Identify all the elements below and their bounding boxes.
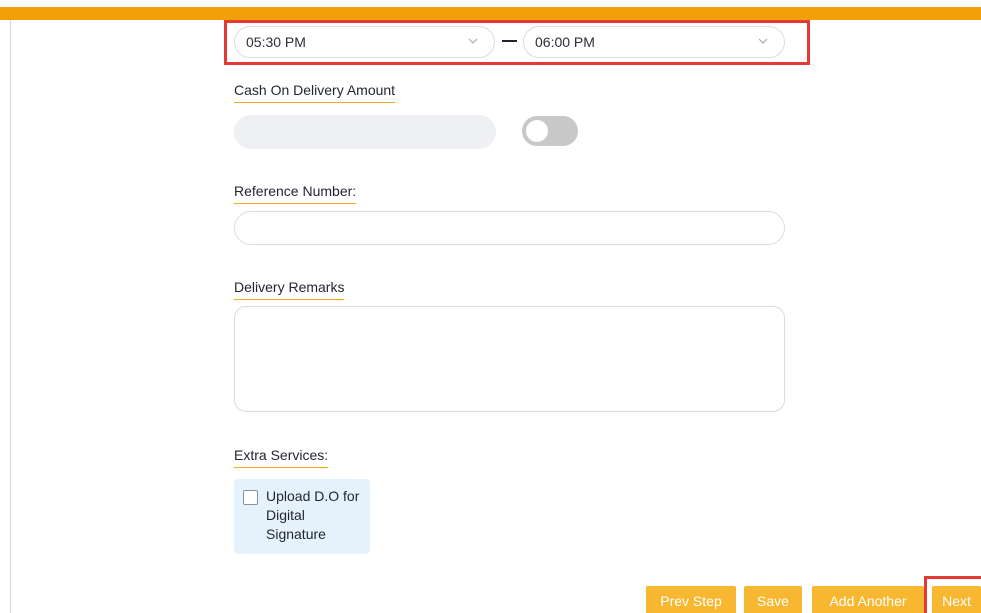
prev-step-button[interactable]: Prev Step [646,586,736,613]
cod-toggle[interactable] [522,116,578,146]
next-button-highlight [924,576,981,613]
delivery-remarks-textarea[interactable] [234,306,785,412]
upload-do-checkbox[interactable] [243,490,258,505]
left-divider [10,20,11,613]
upload-do-label: Upload D.O for Digital Signature [266,488,360,542]
reference-number-input[interactable] [234,211,785,245]
top-accent-bar [0,7,981,20]
save-button[interactable]: Save [744,586,802,613]
add-another-button[interactable]: Add Another [812,586,924,613]
toggle-knob [526,120,548,142]
cod-amount-input[interactable] [234,115,496,149]
time-range-highlight [224,20,810,65]
extra-services-label: Extra Services: [234,447,329,468]
delivery-remarks-label: Delivery Remarks [234,279,345,300]
reference-number-label: Reference Number: [234,183,357,204]
cod-amount-label: Cash On Delivery Amount [234,82,396,103]
extra-service-option[interactable]: Upload D.O for Digital Signature [234,479,370,554]
